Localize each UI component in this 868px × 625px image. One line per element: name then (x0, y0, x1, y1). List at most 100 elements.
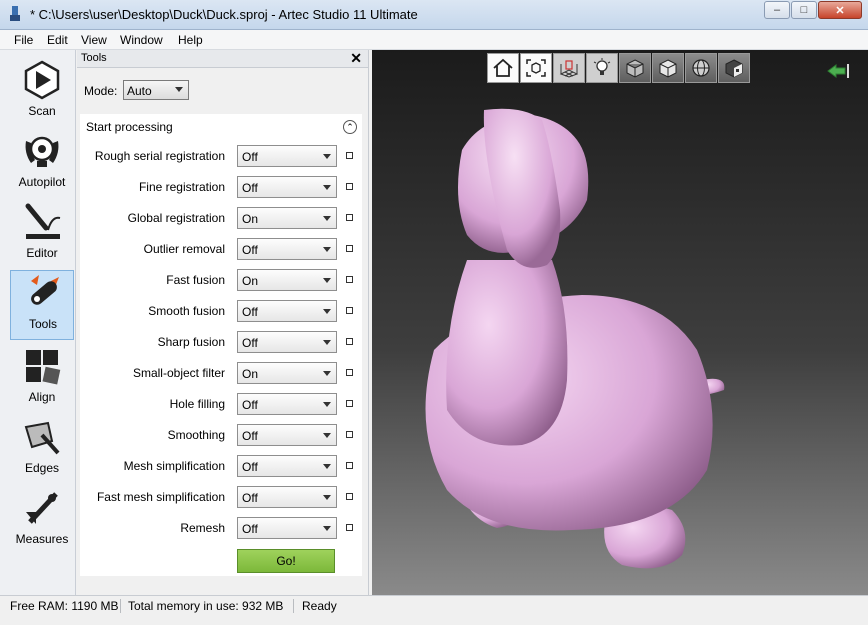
option-row: Fast fusion On (80, 269, 362, 291)
sidebar-item-scan[interactable]: Scan (10, 58, 74, 124)
sphere-icon (692, 59, 710, 77)
option-select[interactable]: Off (237, 455, 337, 477)
go-button[interactable]: Go! (237, 549, 335, 573)
option-row: Small-object filter On (80, 362, 362, 384)
menu-edit[interactable]: Edit (47, 33, 68, 47)
maximize-button[interactable]: □ (791, 1, 817, 19)
option-checkbox[interactable] (346, 431, 353, 438)
status-separator (293, 599, 294, 613)
light-button[interactable] (586, 53, 618, 83)
chevron-down-icon (323, 464, 331, 469)
option-checkbox[interactable] (346, 338, 353, 345)
home-view-button[interactable] (487, 53, 519, 83)
status-bar: Free RAM: 1190 MB Total memory in use: 9… (0, 595, 868, 625)
panel-close-icon[interactable]: ✕ (350, 50, 362, 67)
processing-card: Start processing ⌃ Rough serial registra… (80, 114, 362, 576)
status-separator (120, 599, 121, 613)
option-checkbox[interactable] (346, 183, 353, 190)
solid-cube-icon (659, 59, 677, 78)
option-label: Smooth fusion (148, 304, 225, 318)
sidebar-item-autopilot[interactable]: Autopilot (10, 129, 74, 195)
minimize-button[interactable]: – (764, 1, 790, 19)
option-row: Fast mesh simplification Off (80, 486, 362, 508)
menu-file[interactable]: File (14, 33, 33, 47)
grid-button[interactable] (553, 53, 585, 83)
option-select[interactable]: Off (237, 145, 337, 167)
option-select[interactable]: On (237, 207, 337, 229)
option-checkbox[interactable] (346, 214, 353, 221)
shaded-cube-icon (626, 59, 644, 78)
option-value: Off (242, 181, 258, 195)
edges-icon (24, 421, 60, 455)
option-checkbox[interactable] (346, 493, 353, 500)
sidebar-item-label: Measures (15, 532, 69, 546)
chevron-down-icon (323, 340, 331, 345)
shaded-button[interactable] (619, 53, 651, 83)
sidebar-item-tools[interactable]: Tools (10, 270, 74, 340)
title-bar: * C:\Users\user\Desktop\Duck\Duck.sproj … (0, 0, 868, 30)
section-title: Start processing (86, 120, 173, 134)
mode-label: Mode: (84, 84, 118, 98)
option-select[interactable]: On (237, 362, 337, 384)
sidebar-item-label: Autopilot (18, 175, 66, 189)
option-select[interactable]: Off (237, 300, 337, 322)
solid-button[interactable] (652, 53, 684, 83)
mode-select[interactable]: Auto (123, 80, 189, 100)
option-checkbox[interactable] (346, 307, 353, 314)
close-button[interactable]: ✕ (818, 1, 862, 19)
option-row: Sharp fusion Off (80, 331, 362, 353)
option-select[interactable]: Off (237, 393, 337, 415)
option-label: Sharp fusion (157, 335, 225, 349)
tools-panel: Tools ✕ Mode: Auto Start processing ⌃ Ro… (77, 50, 369, 595)
sidebar-item-label: Scan (28, 104, 56, 118)
sidebar-item-editor[interactable]: Editor (10, 200, 74, 266)
chevron-down-icon (323, 247, 331, 252)
option-select[interactable]: On (237, 269, 337, 291)
light-icon (593, 58, 611, 75)
option-value: On (242, 212, 259, 226)
view-toolbar (487, 53, 751, 83)
wireframe-button[interactable] (685, 53, 717, 83)
chevron-down-icon (323, 185, 331, 190)
collapse-icon[interactable]: ⌃ (343, 120, 357, 134)
texture-button[interactable] (718, 53, 750, 83)
3d-viewport[interactable] (372, 50, 868, 595)
sidebar-item-label: Edges (24, 461, 60, 475)
option-value: On (242, 367, 259, 381)
back-arrow-icon[interactable] (826, 62, 852, 80)
menu-view[interactable]: View (81, 33, 107, 47)
fit-view-button[interactable] (520, 53, 552, 83)
option-label: Rough serial registration (94, 149, 225, 163)
option-label: Hole filling (169, 397, 225, 411)
option-checkbox[interactable] (346, 369, 353, 376)
option-checkbox[interactable] (346, 462, 353, 469)
align-icon (26, 350, 61, 385)
sidebar-item-align[interactable]: Align (10, 344, 74, 410)
option-row: Smooth fusion Off (80, 300, 362, 322)
option-select[interactable]: Off (237, 331, 337, 353)
option-checkbox[interactable] (346, 524, 353, 531)
menu-help[interactable]: Help (178, 33, 203, 47)
texture-cube-icon (725, 59, 743, 78)
option-checkbox[interactable] (346, 400, 353, 407)
option-label: Mesh simplification (123, 459, 225, 473)
option-checkbox[interactable] (346, 152, 353, 159)
menu-window[interactable]: Window (120, 33, 163, 47)
option-value: Off (242, 429, 258, 443)
option-value: Off (242, 522, 258, 536)
option-label: Fine registration (138, 180, 225, 194)
sidebar-item-edges[interactable]: Edges (10, 415, 74, 481)
duck-model (425, 108, 725, 569)
option-select[interactable]: Off (237, 486, 337, 508)
option-checkbox[interactable] (346, 245, 353, 252)
option-select[interactable]: Off (237, 424, 337, 446)
sidebar-item-measures[interactable]: Measures (10, 486, 74, 552)
option-select[interactable]: Off (237, 176, 337, 198)
chevron-down-icon (323, 495, 331, 500)
chevron-down-icon (323, 371, 331, 376)
option-select[interactable]: Off (237, 238, 337, 260)
option-select[interactable]: Off (237, 517, 337, 539)
panel-title: Tools (81, 52, 107, 64)
option-checkbox[interactable] (346, 276, 353, 283)
scan-icon (24, 60, 60, 100)
